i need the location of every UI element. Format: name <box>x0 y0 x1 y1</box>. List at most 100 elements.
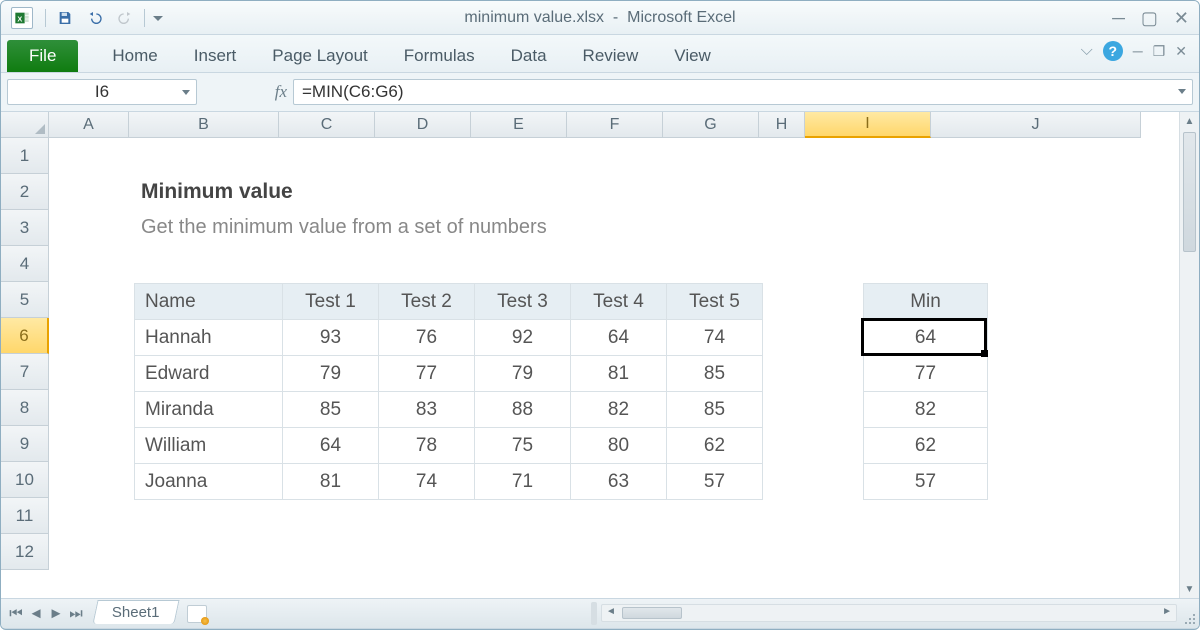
last-sheet-icon[interactable]: ⏭ <box>67 605 85 622</box>
cell-value[interactable]: 81 <box>283 464 379 500</box>
cell-value[interactable]: 79 <box>283 356 379 392</box>
cell-value[interactable]: 80 <box>571 428 667 464</box>
horizontal-scrollbar[interactable] <box>601 604 1177 622</box>
tab-home[interactable]: Home <box>94 40 175 72</box>
column-header-A[interactable]: A <box>49 112 129 138</box>
new-sheet-icon[interactable] <box>187 605 207 623</box>
redo-icon[interactable] <box>112 6 138 30</box>
tab-page-layout[interactable]: Page Layout <box>254 40 385 72</box>
minimize-icon[interactable]: ─ <box>1112 9 1125 27</box>
cell-value[interactable]: 71 <box>475 464 571 500</box>
vertical-scrollbar[interactable]: ▲ ▼ <box>1179 112 1199 598</box>
cell-name[interactable]: William <box>135 428 283 464</box>
cell-value[interactable]: 77 <box>379 356 475 392</box>
tab-view[interactable]: View <box>656 40 729 72</box>
cell-name[interactable]: Edward <box>135 356 283 392</box>
qat-customize-icon[interactable] <box>151 6 165 30</box>
scroll-thumb[interactable] <box>1183 132 1196 252</box>
name-box[interactable]: I6 <box>7 79 197 105</box>
cell-value[interactable]: 74 <box>667 320 763 356</box>
row-header-6[interactable]: 6 <box>1 318 49 354</box>
row-header-1[interactable]: 1 <box>1 138 49 174</box>
close-icon[interactable]: ✕ <box>1174 9 1189 27</box>
cell-value[interactable]: 82 <box>571 392 667 428</box>
row-header-11[interactable]: 11 <box>1 498 49 534</box>
cell-value[interactable]: 83 <box>379 392 475 428</box>
scroll-thumb[interactable] <box>622 607 682 619</box>
row-header-3[interactable]: 3 <box>1 210 49 246</box>
cell-min[interactable]: 62 <box>864 428 988 464</box>
sheet-tab-1[interactable]: Sheet1 <box>92 600 179 624</box>
save-icon[interactable] <box>52 6 78 30</box>
tab-insert[interactable]: Insert <box>176 40 255 72</box>
column-header-D[interactable]: D <box>375 112 471 138</box>
cell-value[interactable]: 92 <box>475 320 571 356</box>
select-all-corner[interactable] <box>1 112 49 138</box>
doc-close-icon[interactable]: ✕ <box>1175 43 1187 60</box>
cell-min[interactable]: 57 <box>864 464 988 500</box>
minimize-ribbon-icon[interactable]: ⌵ <box>1081 42 1093 60</box>
cell-value[interactable]: 57 <box>667 464 763 500</box>
column-header-F[interactable]: F <box>567 112 663 138</box>
doc-minimize-icon[interactable]: ─ <box>1133 43 1143 59</box>
cell-name[interactable]: Miranda <box>135 392 283 428</box>
row-header-4[interactable]: 4 <box>1 246 49 282</box>
horizontal-split-handle[interactable] <box>591 602 597 625</box>
scroll-up-icon[interactable]: ▲ <box>1180 112 1199 130</box>
excel-logo-icon[interactable]: X <box>11 7 33 29</box>
cell-value[interactable]: 88 <box>475 392 571 428</box>
cell-value[interactable]: 75 <box>475 428 571 464</box>
cell-value[interactable]: 78 <box>379 428 475 464</box>
cell-value[interactable]: 62 <box>667 428 763 464</box>
cell-value[interactable]: 64 <box>571 320 667 356</box>
cell-value[interactable]: 64 <box>283 428 379 464</box>
doc-restore-icon[interactable]: ❐ <box>1153 43 1166 60</box>
next-sheet-icon[interactable]: ► <box>47 605 65 622</box>
min-header: Min <box>864 284 988 320</box>
cell-value[interactable]: 81 <box>571 356 667 392</box>
cell-value[interactable]: 79 <box>475 356 571 392</box>
cell-min[interactable]: 82 <box>864 392 988 428</box>
cell-name[interactable]: Joanna <box>135 464 283 500</box>
column-header-B[interactable]: B <box>129 112 279 138</box>
tab-formulas[interactable]: Formulas <box>386 40 493 72</box>
prev-sheet-icon[interactable]: ◄ <box>27 605 45 622</box>
cell-value[interactable]: 74 <box>379 464 475 500</box>
maximize-icon[interactable]: ▢ <box>1141 9 1158 27</box>
sheet-nav-arrows[interactable]: ⏮ ◄ ► ⏭ <box>1 605 91 622</box>
scroll-down-icon[interactable]: ▼ <box>1180 580 1199 598</box>
cell-value[interactable]: 93 <box>283 320 379 356</box>
cell-value[interactable]: 85 <box>283 392 379 428</box>
column-header-I[interactable]: I <box>805 112 931 138</box>
cell-value[interactable]: 85 <box>667 392 763 428</box>
row-header-9[interactable]: 9 <box>1 426 49 462</box>
row-header-8[interactable]: 8 <box>1 390 49 426</box>
spreadsheet-grid[interactable]: ABCDEFGHIJ 123456789101112 Minimum value… <box>1 112 1199 598</box>
formula-input[interactable]: =MIN(C6:G6) <box>293 79 1193 105</box>
resize-grip-icon[interactable] <box>1181 610 1197 626</box>
cell-min[interactable]: 64 <box>864 320 988 356</box>
column-header-E[interactable]: E <box>471 112 567 138</box>
tab-data[interactable]: Data <box>493 40 565 72</box>
fx-icon[interactable]: fx <box>275 82 287 102</box>
file-tab[interactable]: File <box>7 40 78 72</box>
row-header-5[interactable]: 5 <box>1 282 49 318</box>
help-icon[interactable]: ? <box>1103 41 1123 61</box>
row-header-2[interactable]: 2 <box>1 174 49 210</box>
cells-area[interactable]: Minimum value Get the minimum value from… <box>49 138 1179 598</box>
row-header-12[interactable]: 12 <box>1 534 49 570</box>
cell-value[interactable]: 76 <box>379 320 475 356</box>
cell-value[interactable]: 85 <box>667 356 763 392</box>
cell-value[interactable]: 63 <box>571 464 667 500</box>
column-header-C[interactable]: C <box>279 112 375 138</box>
column-header-G[interactable]: G <box>663 112 759 138</box>
cell-min[interactable]: 77 <box>864 356 988 392</box>
column-header-J[interactable]: J <box>931 112 1141 138</box>
row-header-7[interactable]: 7 <box>1 354 49 390</box>
row-header-10[interactable]: 10 <box>1 462 49 498</box>
first-sheet-icon[interactable]: ⏮ <box>7 605 25 622</box>
column-header-H[interactable]: H <box>759 112 805 138</box>
undo-icon[interactable] <box>82 6 108 30</box>
tab-review[interactable]: Review <box>565 40 657 72</box>
cell-name[interactable]: Hannah <box>135 320 283 356</box>
